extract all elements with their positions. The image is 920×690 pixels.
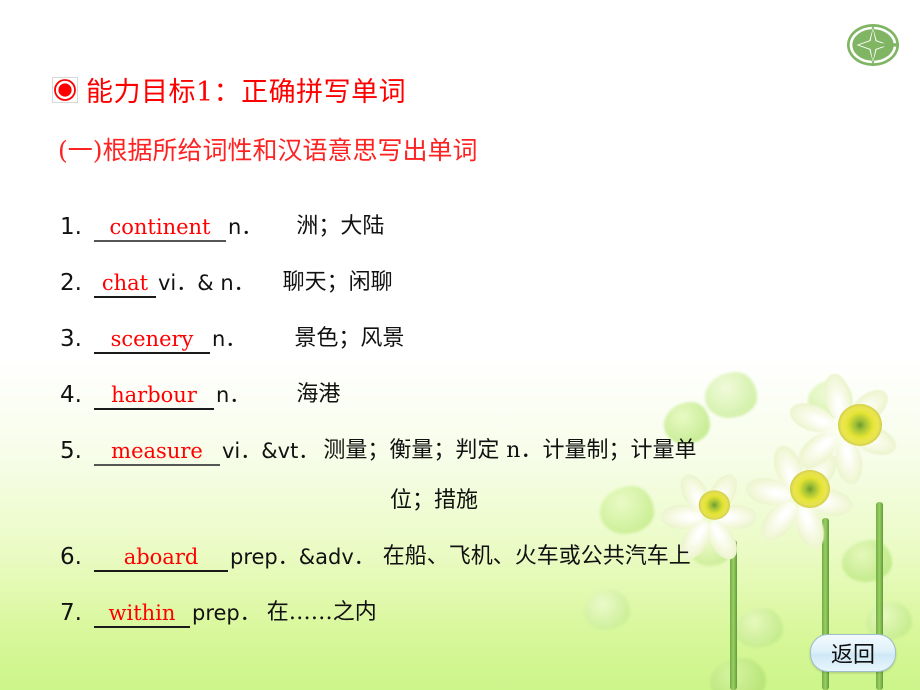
heading: 能力目标1：正确拼写单词 (52, 70, 406, 109)
chinese-meaning: 海港 (296, 382, 341, 407)
question-row: 2. chat vi．& n． 聊天；闲聊 (60, 242, 910, 298)
chinese-meaning: 景色；风景 (294, 326, 405, 351)
chinese-meaning: 聊天；闲聊 (282, 270, 393, 295)
answer-word: harbour (111, 383, 197, 407)
question-row: 5. measure vi．&vt． 测量；衡量；判定 n．计量制；计量单 (60, 410, 910, 466)
red-target-bullet-icon (52, 76, 78, 103)
heading-title: 能力目标1：正确拼写单词 (86, 77, 407, 108)
meaning-continuation-row: 位；措施 (60, 466, 910, 516)
answer-word: continent (109, 215, 211, 239)
answer-blank[interactable]: within (94, 596, 190, 628)
chinese-meaning: 在船、飞机、火车或公共汽车上 (382, 544, 691, 569)
question-row: 1. continent n． 洲；大陆 (60, 186, 910, 242)
chinese-meaning: 洲；大陆 (296, 214, 385, 239)
answer-word: scenery (110, 327, 194, 351)
subheading: (一)根据所给词性和汉语意思写出单词 (58, 136, 478, 165)
question-row: 6. aboard prep．&adv． 在船、飞机、火车或公共汽车上 (60, 516, 910, 572)
part-of-speech: n． (228, 215, 263, 239)
question-row: 4. harbour n． 海港 (60, 354, 910, 410)
answer-blank[interactable]: aboard (94, 540, 228, 572)
petal-decor (710, 658, 766, 690)
question-number: 4. (60, 382, 82, 408)
answer-blank[interactable]: harbour (94, 378, 214, 410)
part-of-speech: n． (212, 327, 247, 351)
answer-blank[interactable]: chat (94, 266, 156, 298)
green-globe-star-logo (847, 24, 899, 66)
chinese-meaning: 测量；衡量；判定 n．计量制；计量单 (323, 438, 697, 463)
answer-word: chat (101, 271, 149, 295)
answer-blank[interactable]: measure (94, 434, 220, 466)
part-of-speech: prep．&adv． (230, 545, 375, 569)
question-number: 7. (60, 600, 82, 626)
answer-word: measure (111, 439, 203, 463)
question-list: 1. continent n． 洲；大陆 2. chat vi．& n． 聊天；闲聊 3. sce… (60, 186, 910, 628)
chinese-meaning-continued: 位；措施 (390, 488, 479, 513)
return-button[interactable]: 返回 (810, 634, 896, 672)
question-number: 2. (60, 270, 82, 296)
question-row: 7. within prep． 在……之内 (60, 572, 910, 628)
chinese-meaning: 在……之内 (266, 600, 377, 625)
question-number: 5. (60, 438, 82, 464)
question-number: 3. (60, 326, 82, 352)
part-of-speech: prep． (192, 601, 261, 625)
part-of-speech: n． (216, 383, 251, 407)
question-number: 1. (60, 214, 82, 240)
answer-blank[interactable]: scenery (94, 322, 210, 354)
answer-word: aboard (123, 545, 199, 569)
return-button-label: 返回 (830, 643, 875, 668)
answer-blank[interactable]: continent (94, 210, 226, 242)
question-row: 3. scenery n． 景色；风景 (60, 298, 910, 354)
part-of-speech: vi．&vt． (222, 439, 320, 463)
answer-word: within (108, 601, 176, 625)
question-number: 6. (60, 544, 82, 570)
slide-canvas: 能力目标1：正确拼写单词 (一)根据所给词性和汉语意思写出单词 1. contin… (0, 0, 920, 690)
part-of-speech: vi．& n． (158, 271, 255, 295)
